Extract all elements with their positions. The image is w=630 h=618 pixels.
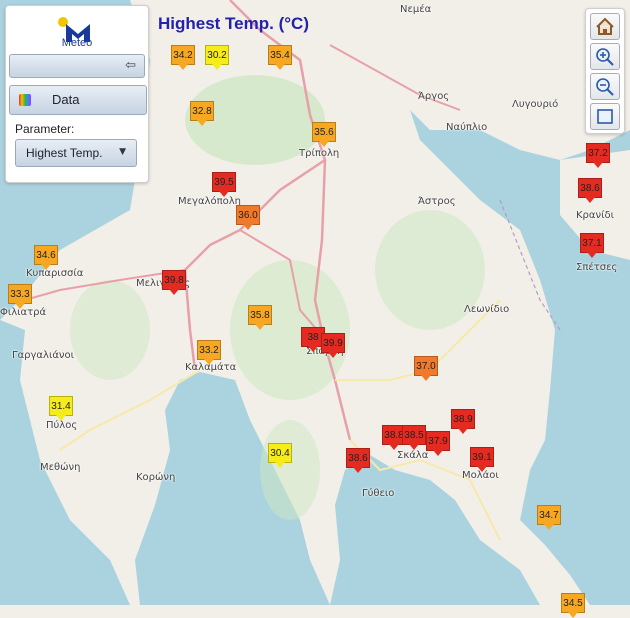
temperature-marker[interactable]: 37.9 — [426, 431, 450, 456]
temperature-marker[interactable]: 31.4 — [49, 396, 73, 421]
place-label: Άργος — [418, 91, 450, 102]
color-palette-icon — [19, 94, 31, 106]
home-icon — [596, 17, 614, 35]
temperature-marker[interactable]: 32.8 — [190, 101, 214, 126]
map-title: Highest Temp. (°C) — [158, 14, 309, 33]
temperature-marker[interactable]: 39.1 — [470, 447, 494, 472]
zoom-extent-icon — [597, 109, 613, 124]
logo-text: Meteo — [61, 37, 93, 49]
place-label: Ναύπλιο — [446, 122, 488, 133]
temperature-marker[interactable]: 33.3 — [8, 284, 32, 309]
place-label: Γύθειο — [362, 488, 395, 499]
temperature-marker[interactable]: 38.6 — [346, 448, 370, 473]
place-label: Νεμέα — [400, 4, 432, 15]
temperature-marker[interactable]: 33.2 — [197, 340, 221, 365]
temperature-marker[interactable]: 36.0 — [236, 205, 260, 230]
place-label: Άστρος — [418, 196, 456, 207]
temperature-marker[interactable]: 35.8 — [248, 305, 272, 330]
place-label: Πύλος — [46, 420, 78, 431]
place-label: Κρανίδι — [576, 210, 614, 221]
place-label: Μεγαλόπολη — [178, 196, 241, 207]
data-button[interactable]: Data — [9, 85, 147, 115]
zoom-extent-button[interactable] — [590, 103, 620, 130]
temperature-marker[interactable]: 37.2 — [586, 143, 610, 168]
zoom-out-button[interactable] — [590, 73, 620, 100]
parameter-label: Parameter: — [15, 122, 75, 136]
temperature-marker[interactable]: 39.9 — [321, 333, 345, 358]
place-label: Κορώνη — [136, 472, 176, 483]
chevron-down-icon: ▼ — [119, 147, 126, 157]
data-button-label: Data — [52, 92, 80, 107]
zoom-in-button[interactable] — [590, 43, 620, 70]
temperature-marker[interactable]: 34.7 — [537, 505, 561, 530]
arrow-left-icon: ⇦ — [125, 58, 136, 73]
place-label: Τρίπολη — [299, 148, 340, 159]
temperature-marker[interactable]: 34.6 — [34, 245, 58, 270]
place-label: Μεθώνη — [40, 462, 81, 473]
temperature-marker[interactable]: 39.8 — [162, 270, 186, 295]
temperature-marker[interactable]: 37.0 — [414, 356, 438, 381]
temperature-marker[interactable]: 35.4 — [268, 45, 292, 70]
collapse-panel-bar[interactable]: ⇦ — [9, 54, 145, 78]
control-panel: Meteo ⇦ Data Parameter: Highest Temp. ▼ — [5, 5, 149, 183]
place-label: Σπέτσες — [576, 262, 618, 273]
temperature-marker[interactable]: 30.2 — [205, 45, 229, 70]
zoom-out-icon — [596, 78, 614, 96]
temperature-marker[interactable]: 38.6 — [578, 178, 602, 203]
temperature-marker[interactable]: 34.5 — [561, 593, 585, 618]
temperature-marker[interactable]: 30.4 — [268, 443, 292, 468]
place-label: Γαργαλιάνοι — [12, 350, 75, 361]
temperature-marker[interactable]: 35.6 — [312, 122, 336, 147]
place-label: Κυπαρισσία — [26, 268, 84, 279]
home-button[interactable] — [590, 13, 620, 40]
parameter-select-value: Highest Temp. — [26, 146, 103, 160]
place-label: Σκάλα — [397, 450, 429, 461]
zoom-in-icon — [596, 48, 614, 66]
temperature-marker[interactable]: 34.2 — [171, 45, 195, 70]
zoom-control — [585, 8, 625, 134]
place-label: Λυγουριό — [512, 99, 559, 110]
temperature-marker[interactable]: 38.9 — [451, 409, 475, 434]
place-label: Λεωνίδιο — [464, 304, 510, 315]
temperature-marker[interactable]: 37.1 — [580, 233, 604, 258]
temperature-marker[interactable]: 38.5 — [402, 425, 426, 450]
temperature-marker[interactable]: 39.5 — [212, 172, 236, 197]
parameter-select[interactable]: Highest Temp. ▼ — [15, 139, 137, 167]
